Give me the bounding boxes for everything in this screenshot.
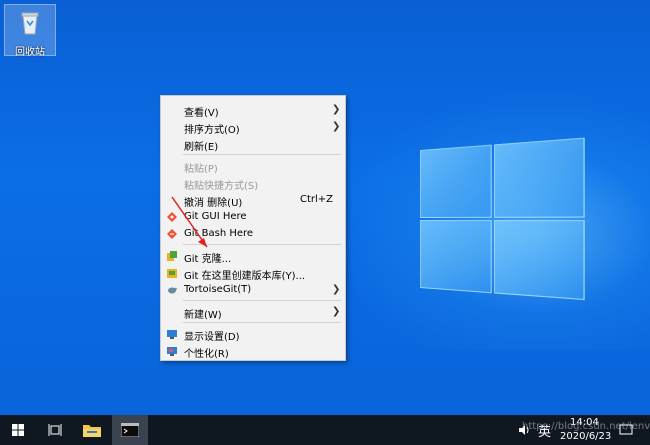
menu-item-view[interactable]: 查看(V) ❯: [161, 101, 345, 119]
tortoisegit-create-repo-icon: [167, 269, 177, 278]
menu-item-git-clone[interactable]: Git 克隆...: [161, 247, 345, 265]
menu-item-personalize[interactable]: 个性化(R): [161, 342, 345, 360]
menu-item-display-settings[interactable]: 显示设置(D): [161, 325, 345, 343]
terminal-button[interactable]: [112, 415, 148, 445]
menu-separator: [183, 300, 341, 301]
file-explorer-icon: [83, 425, 101, 437]
watermark: https://blog.csdn.net/lenvsky: [522, 421, 650, 432]
personalize-icon: [167, 347, 177, 356]
git-gui-icon: [167, 212, 177, 222]
task-view-icon: [48, 424, 62, 436]
recycle-bin-desktop-icon[interactable]: 回收站: [4, 4, 56, 58]
menu-item-undo-delete[interactable]: 撤消 删除(U) Ctrl+Z: [161, 191, 345, 209]
menu-item-refresh[interactable]: 刷新(E): [161, 135, 345, 153]
menu-item-git-gui-here[interactable]: Git GUI Here: [161, 208, 345, 225]
file-explorer-button[interactable]: [74, 415, 110, 445]
menu-separator: [183, 244, 341, 245]
terminal-icon: [121, 423, 139, 437]
submenu-arrow-icon: ❯: [332, 306, 341, 317]
windows-wallpaper-logo: [420, 137, 585, 303]
start-button[interactable]: [0, 415, 36, 445]
windows-start-icon: [12, 424, 24, 436]
menu-item-tortoisegit[interactable]: TortoiseGit(T) ❯: [161, 281, 345, 298]
undo-shortcut: Ctrl+Z: [299, 194, 333, 205]
submenu-arrow-icon: ❯: [332, 121, 341, 132]
menu-separator: [183, 322, 341, 323]
clock-date[interactable]: 2020/6/23: [560, 431, 611, 442]
menu-item-sort-by[interactable]: 排序方式(O) ❯: [161, 118, 345, 136]
recycle-bin-label: 回收站: [15, 47, 45, 58]
display-settings-icon: [167, 330, 177, 339]
menu-item-git-bash-here[interactable]: Git Bash Here: [161, 225, 345, 242]
tortoisegit-icon: [168, 287, 177, 294]
task-view-button[interactable]: [36, 415, 72, 445]
recycle-bin-icon: [21, 12, 39, 35]
menu-item-git-create-repo[interactable]: Git 在这里创建版本库(Y)...: [161, 264, 345, 282]
submenu-arrow-icon: ❯: [332, 284, 341, 295]
submenu-arrow-icon: ❯: [332, 104, 341, 115]
git-bash-icon: [167, 229, 177, 239]
tortoisegit-clone-icon: [167, 251, 177, 261]
menu-item-paste-shortcut: 粘贴快捷方式(S): [184, 181, 259, 192]
desktop-context-menu: 查看(V) ❯ 排序方式(O) ❯ 刷新(E) 粘贴(P) 粘贴快捷方式(S) …: [160, 95, 346, 361]
menu-item-new[interactable]: 新建(W) ❯: [161, 303, 345, 321]
menu-separator: [183, 154, 341, 155]
menu-item-paste: 粘贴(P): [184, 164, 218, 175]
